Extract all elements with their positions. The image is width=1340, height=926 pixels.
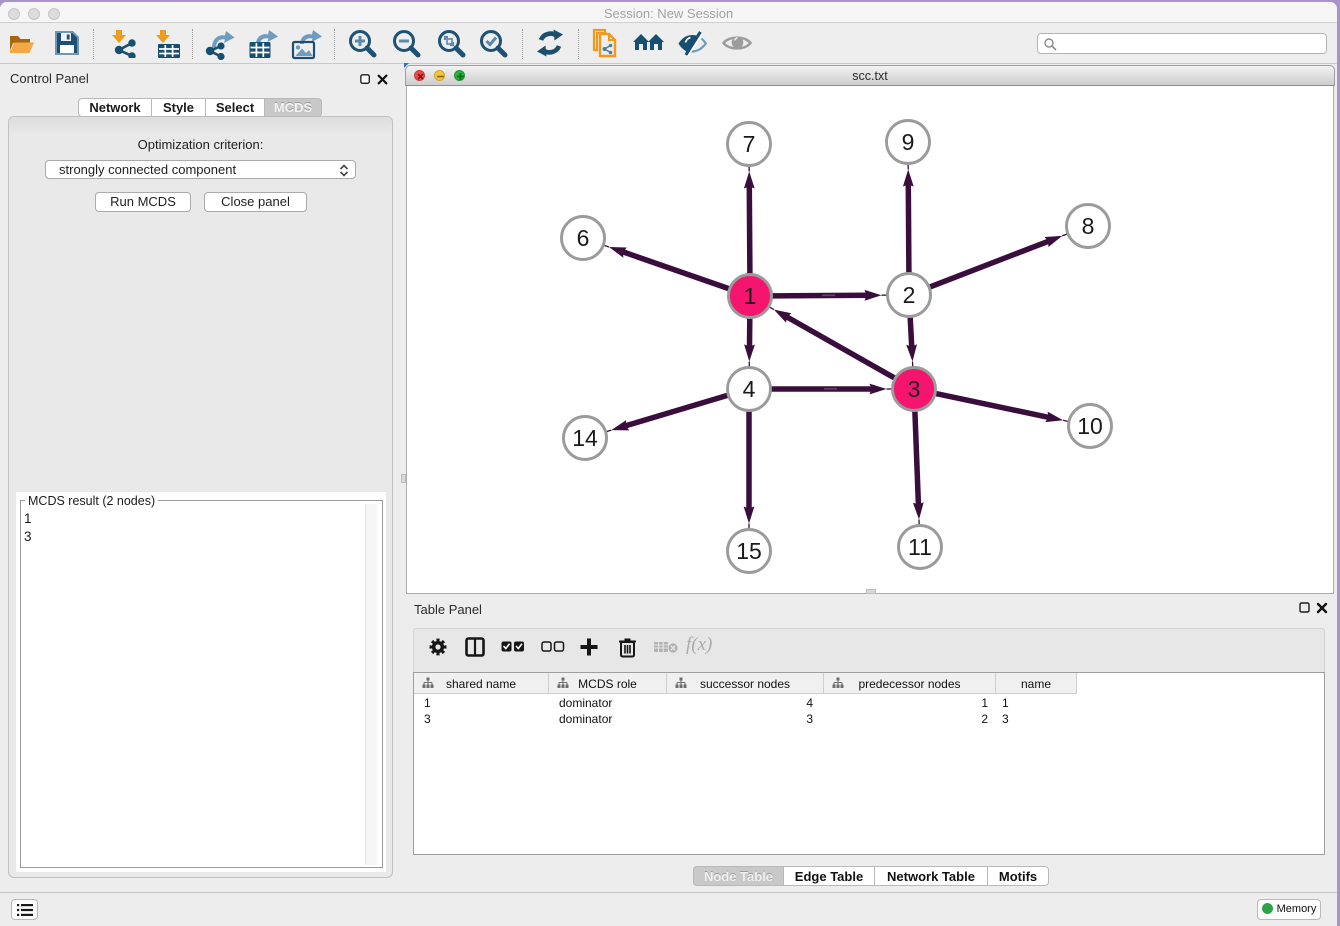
svg-text:14: 14 — [572, 425, 598, 451]
svg-text:6: 6 — [577, 225, 590, 251]
svg-text:11: 11 — [908, 534, 932, 560]
svg-text:8: 8 — [1082, 213, 1095, 239]
svg-text:9: 9 — [902, 129, 915, 155]
svg-text:3: 3 — [908, 376, 921, 402]
svg-text:10: 10 — [1077, 413, 1103, 439]
svg-text:4: 4 — [743, 376, 756, 402]
svg-text:15: 15 — [736, 538, 762, 564]
svg-text:2: 2 — [903, 282, 916, 308]
svg-text:1: 1 — [744, 283, 757, 309]
svg-text:7: 7 — [743, 131, 756, 157]
